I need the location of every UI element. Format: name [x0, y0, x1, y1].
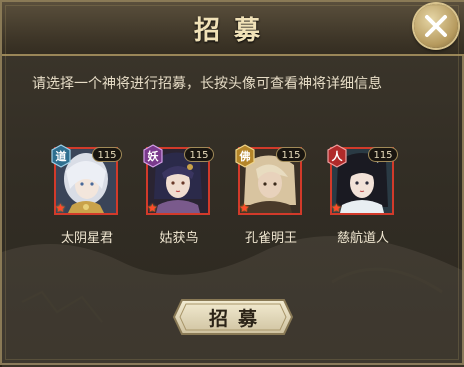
- star-icon: ★: [331, 201, 342, 215]
- faction-label: 道: [55, 150, 67, 163]
- faction-badge: 妖: [142, 144, 164, 168]
- faction-label: 佛: [239, 150, 251, 163]
- close-x-icon: [425, 15, 447, 37]
- faction-badge: 人: [326, 144, 348, 168]
- dialog-title: 招募: [193, 16, 274, 46]
- faction-badge: 佛: [234, 144, 256, 168]
- level-badge: 115: [92, 147, 122, 162]
- hero-list: 道 115 ★ 太阴星君 妖 115 ★ 姑获鸟 佛 115 ★ 孔雀明王 人 …: [51, 144, 404, 247]
- star-icon: ★: [55, 201, 66, 215]
- hero-name: 太阴星君: [60, 231, 113, 246]
- faction-label: 妖: [147, 150, 159, 163]
- level-badge: 115: [368, 147, 398, 162]
- dialog-header: 招募: [2, 2, 464, 56]
- star-icon: ★: [239, 201, 250, 215]
- close-button[interactable]: [414, 4, 458, 48]
- hero-name: 慈航道人: [336, 231, 389, 246]
- level-badge: 115: [276, 147, 306, 162]
- instruction-text: 请选择一个神将进行招募，长按头像可查看神将详细信息: [32, 76, 382, 92]
- level-badge: 115: [184, 147, 214, 162]
- faction-label: 人: [331, 150, 343, 163]
- recruit-dialog: 招募 请选择一个神将进行招募，长按头像可查看神将详细信息 道 115 ★ 太阴星…: [0, 0, 464, 367]
- hero-name: 姑获鸟: [159, 231, 199, 246]
- faction-badge: 道: [50, 144, 72, 168]
- recruit-button-label: 招募: [208, 308, 267, 330]
- star-icon: ★: [147, 201, 158, 215]
- recruit-button[interactable]: 招募: [172, 298, 294, 336]
- hero-name: 孔雀明王: [244, 231, 297, 246]
